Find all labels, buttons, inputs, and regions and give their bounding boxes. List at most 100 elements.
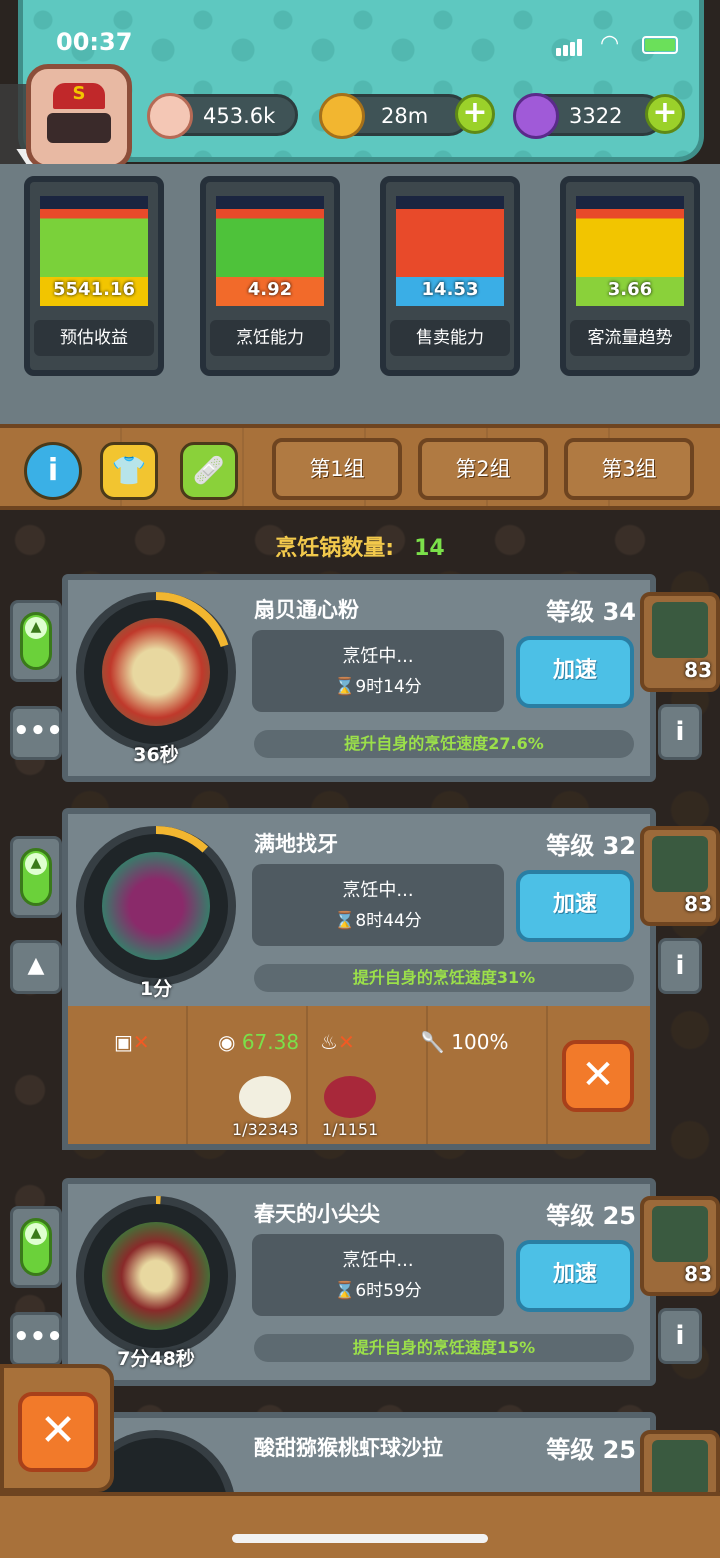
arrow-up-icon: ▲ (25, 1223, 47, 1245)
plate-timer: 36秒 (133, 744, 179, 766)
eyeball-icon (147, 93, 193, 139)
dish-2-ingredient-slot[interactable]: 83 (640, 826, 720, 926)
gauge-selling-ability: 14.53 售卖能力 (380, 176, 520, 376)
gauge-bar: 14.53 (396, 196, 504, 306)
eye-value: 67.38 (241, 1030, 300, 1054)
gauge-label: 客流量趋势 (570, 320, 690, 356)
dish-level: 等级 25 (546, 1202, 636, 1230)
resource-potion: 3322 + (513, 93, 685, 139)
gauge-value: 3.66 (607, 279, 653, 300)
plate-timer: 1分 (139, 978, 173, 1000)
cooking-status-box: 烹饪中... ⌛6时59分 (252, 1234, 504, 1316)
arrow-up-icon: ▲ (25, 853, 47, 875)
cauldron-icon (652, 1440, 708, 1496)
resource-value: 3322 (569, 104, 623, 128)
dish-card-2: 1分 满地找牙 等级 32 烹饪中... ⌛8时44分 加速 提升自身的烹饪速度… (62, 808, 656, 1016)
time-left: ⌛6时59分 (334, 1281, 422, 1301)
quality-stat: 🥄 100% (420, 1030, 508, 1054)
dish-2-upgrade-toggle[interactable]: ▲ (20, 848, 52, 906)
speed-up-button[interactable]: 加速 (516, 1240, 634, 1312)
pomegranate-icon (324, 1076, 377, 1118)
dish-3-ingredient-slot[interactable]: 83 (640, 1196, 720, 1296)
home-indicator[interactable] (232, 1534, 488, 1543)
cooking-status: 烹饪中... (342, 880, 414, 901)
speed-up-button[interactable]: 加速 (516, 636, 634, 708)
signal-bar (577, 39, 582, 56)
add-potion-button[interactable]: + (645, 94, 685, 134)
signal-bar (570, 42, 575, 56)
dish-2-collapse-button[interactable]: ▲ (10, 940, 62, 994)
hourglass-icon: ⌛ (334, 1281, 356, 1301)
eye-icon: ◉ (218, 1030, 236, 1054)
cauldron-icon (652, 1206, 708, 1262)
ingredient-count: 83 (684, 892, 712, 916)
fire-requirement: ♨✕ (320, 1030, 355, 1054)
bread-icon (239, 1076, 292, 1118)
status-time: 00:37 (56, 28, 133, 56)
fire-icon: ♨ (320, 1030, 338, 1054)
dish-3-upgrade-toggle[interactable]: ▲ (20, 1218, 52, 1276)
ingredient-requirement: 1/32343 (232, 1076, 298, 1139)
triangle-up-icon: ▲ (27, 953, 45, 978)
resource-coins: 28m + (319, 93, 495, 139)
dish-2-detail-panel: ▣✕ ◉ 67.38 ♨✕ 🥄 100% 1/32343 1/1151 ✕ (62, 1006, 656, 1150)
hourglass-icon: ⌛ (334, 677, 356, 697)
close-panel-button[interactable]: ✕ (18, 1392, 98, 1472)
dish-card-1: 36秒 扇贝通心粉 等级 34 烹饪中... ⌛9时14分 加速 提升自身的烹饪… (62, 574, 656, 782)
battery-icon (642, 36, 678, 54)
dish-buff: 提升自身的烹饪速度31% (254, 964, 634, 992)
group-3-tab[interactable]: 第3组 (564, 438, 694, 500)
pot-count: 烹饪锅数量: 14 (0, 530, 720, 562)
dish-1-info-button[interactable]: i (658, 704, 702, 760)
gauge-label: 售卖能力 (390, 320, 510, 356)
missing-x-icon: ✕ (337, 1030, 355, 1054)
gauge-estimated-income: 5541.16 预估收益 (24, 176, 164, 376)
dish-buff: 提升自身的烹饪速度15% (254, 1334, 634, 1362)
dish-3-info-button[interactable]: i (658, 1308, 702, 1364)
gauge-cooking-ability: 4.92 烹饪能力 (200, 176, 340, 376)
plate-icon: ▣ (114, 1030, 133, 1054)
shirt-icon[interactable]: 👕 (100, 442, 158, 500)
group-1-tab[interactable]: 第1组 (272, 438, 402, 500)
dish-level: 等级 32 (546, 832, 636, 860)
arrow-up-icon: ▲ (25, 617, 47, 639)
add-coins-button[interactable]: + (455, 94, 495, 134)
group-2-tab[interactable]: 第2组 (418, 438, 548, 500)
gauge-label: 预估收益 (34, 320, 154, 356)
close-panel-container: ✕ (0, 1364, 114, 1492)
ingredient-count: 83 (684, 1262, 712, 1286)
signal-bar (563, 45, 568, 56)
info-icon[interactable]: i (24, 442, 82, 500)
player-avatar[interactable]: S (26, 64, 132, 170)
dish-3-more-button[interactable]: ••• (10, 1312, 63, 1366)
plate-requirement: ▣✕ (114, 1030, 150, 1054)
cooking-status: 烹饪中... (342, 646, 414, 667)
dish-card-3: 7分48秒 春天的小尖尖 等级 25 烹饪中... ⌛6时59分 加速 提升自身… (62, 1178, 656, 1386)
dish-1-more-button[interactable]: ••• (10, 706, 63, 760)
resource-value: 453.6k (203, 104, 276, 128)
speed-up-button[interactable]: 加速 (516, 870, 634, 942)
cauldron-icon (652, 602, 708, 658)
ingredient-requirement: 1/1151 (322, 1076, 378, 1139)
dish-2-info-button[interactable]: i (658, 938, 702, 994)
pot-count-value: 14 (414, 536, 445, 561)
dish-1-ingredient-slot[interactable]: 83 (640, 592, 720, 692)
ingredient-count: 83 (684, 658, 712, 682)
avatar-monster-icon (47, 113, 111, 143)
close-detail-button[interactable]: ✕ (562, 1040, 634, 1112)
wifi-icon: ◠ (600, 31, 620, 56)
dish-4-ingredient-slot[interactable] (640, 1430, 720, 1500)
gauge-bar: 4.92 (216, 196, 324, 306)
hourglass-icon: ⌛ (334, 911, 356, 931)
time-left: ⌛9时14分 (334, 677, 422, 697)
spoon-icon: 🥄 (420, 1030, 445, 1054)
status-icons: ◠ (556, 31, 686, 56)
missing-x-icon: ✕ (132, 1030, 150, 1054)
dish-1-upgrade-toggle[interactable]: ▲ (20, 612, 52, 670)
quality-value: 100% (451, 1030, 509, 1054)
bandage-icon[interactable]: 🩹 (180, 442, 238, 500)
resource-eyeball: 453.6k (147, 93, 298, 139)
gauge-value: 5541.16 (53, 279, 135, 300)
signal-icon (556, 48, 561, 56)
gauge-bar: 5541.16 (40, 196, 148, 306)
